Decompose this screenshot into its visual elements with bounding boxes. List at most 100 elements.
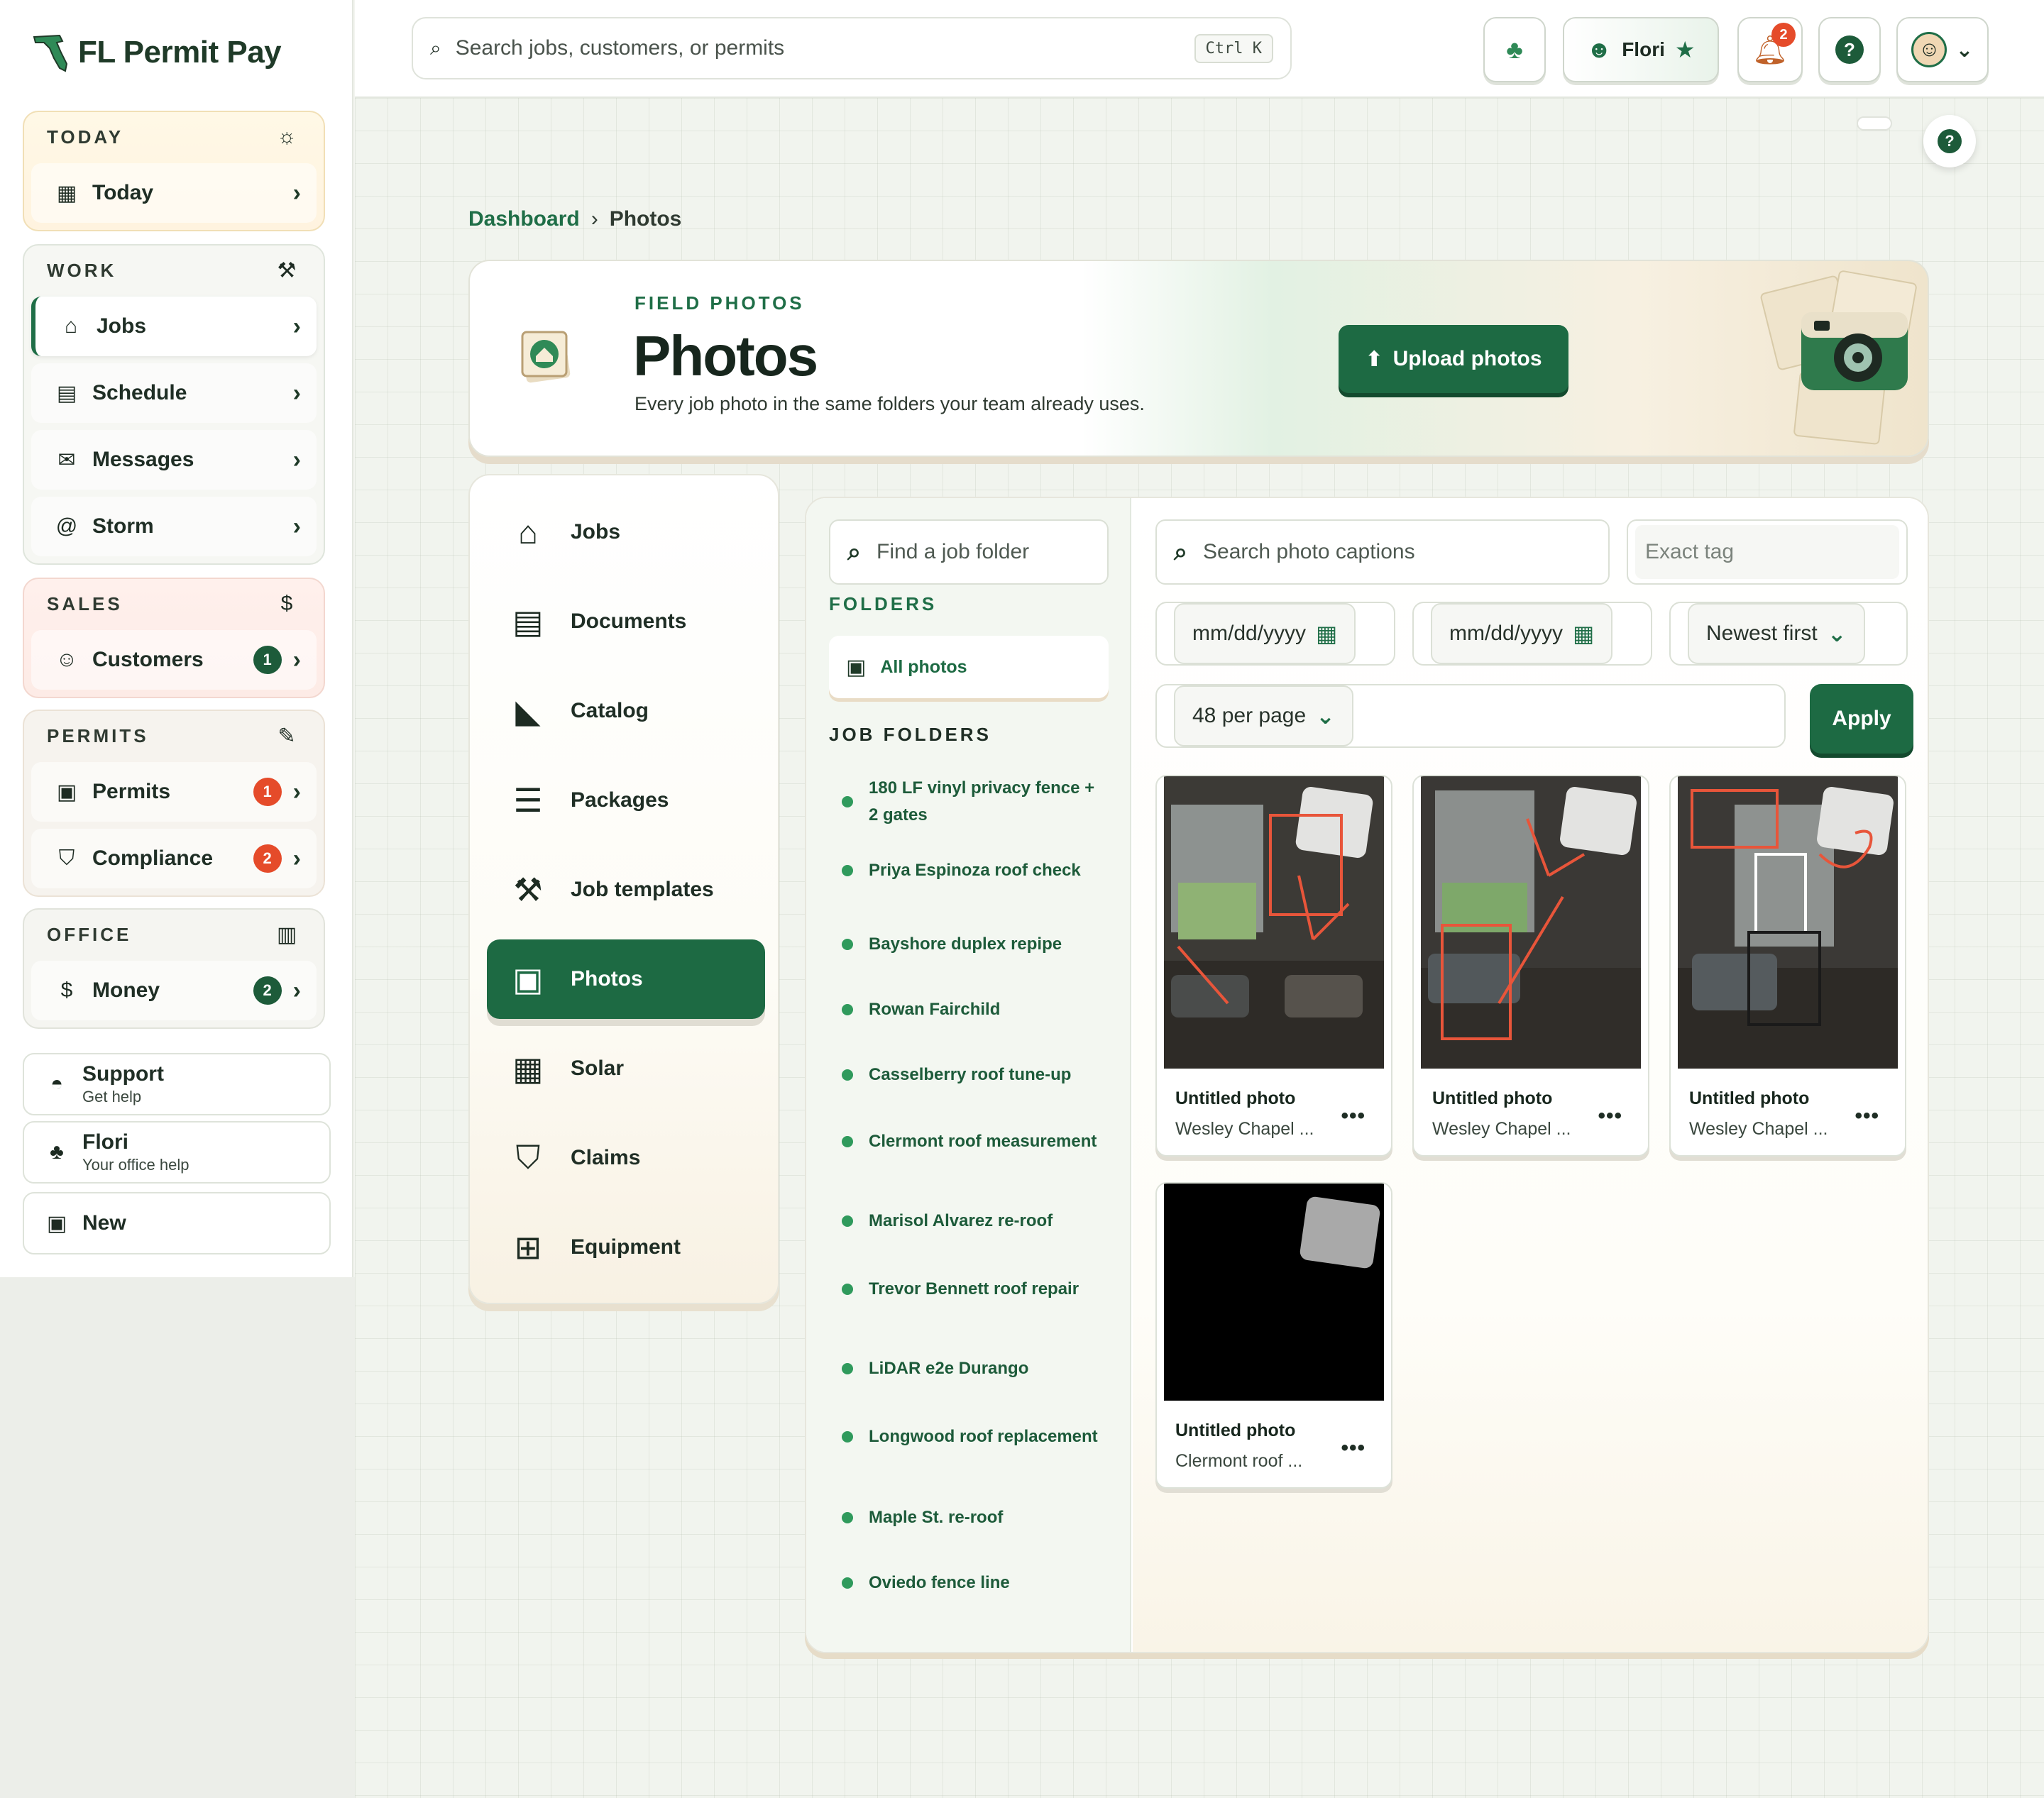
job-folder-item[interactable]: Marisol Alvarez re-roof (842, 1208, 1104, 1235)
document-icon: ▤ (512, 603, 544, 640)
photo-thumbnail[interactable] (1164, 776, 1384, 1069)
per-page-select[interactable]: 48 per page ⌄ (1174, 685, 1353, 746)
top-bar: ⌕ Search jobs, customers, or permits Ctr… (355, 0, 2044, 98)
window-control[interactable] (1857, 116, 1892, 131)
photo-card[interactable]: Untitled photo Wesley Chapel ... ••• (1669, 775, 1906, 1157)
sidebar-item-messages[interactable]: ✉ Messages › (31, 430, 317, 490)
menu-item-job-templates[interactable]: ⚒ Job templates (487, 850, 765, 930)
new-button[interactable]: ▣ New (23, 1192, 331, 1254)
more-options-icon[interactable]: ••• (1341, 1436, 1366, 1460)
sidebar-item-today[interactable]: ▦ Today › (31, 163, 317, 223)
sidebar-item-compliance[interactable]: ⛉ Compliance 2 › (31, 829, 317, 888)
apply-filters-button[interactable]: Apply (1810, 684, 1913, 754)
photo-thumbnail[interactable] (1678, 776, 1898, 1069)
breadcrumb-dashboard-link[interactable]: Dashboard (468, 207, 580, 231)
date-from-input[interactable]: mm/dd/yyyy ▦ (1174, 603, 1356, 664)
date-to-input[interactable]: mm/dd/yyyy ▦ (1431, 603, 1613, 664)
job-folder-item[interactable]: LiDAR e2e Durango (842, 1355, 1104, 1382)
sidebar-item-customers[interactable]: ☺ Customers 1 › (31, 630, 317, 690)
menu-item-packages[interactable]: ☰ Packages (487, 761, 765, 840)
photo-card[interactable]: Untitled photo Clermont roof ... ••• (1155, 1182, 1392, 1489)
new-title: New (82, 1211, 126, 1235)
menu-item-jobs[interactable]: ⌂ Jobs (487, 492, 765, 572)
question-icon: ? (1938, 129, 1962, 153)
help-button[interactable]: ? (1818, 17, 1881, 82)
date-from-value: mm/dd/yyyy (1192, 622, 1307, 645)
folder-status-dot (842, 1215, 853, 1227)
nav-group-office: OFFICE ▥ $ Money 2 › (23, 908, 325, 1029)
photo-card[interactable]: Untitled photo Wesley Chapel ... ••• (1412, 775, 1649, 1157)
building-icon: ▥ (276, 922, 297, 947)
sort-select-field[interactable]: Newest first ⌄ (1669, 602, 1908, 666)
floating-help-button[interactable]: ? (1923, 115, 1976, 167)
job-folder-item[interactable]: 180 LF vinyl privacy fence + 2 gates (842, 775, 1104, 829)
job-folder-item[interactable]: Longwood roof replacement (842, 1423, 1104, 1450)
chevron-right-icon: › (292, 512, 301, 540)
job-folder-item[interactable]: Trevor Bennett roof repair (842, 1276, 1104, 1303)
upload-photos-button[interactable]: ⬆ Upload photos (1339, 325, 1568, 393)
app-logo[interactable]: FL Permit Pay (31, 31, 282, 74)
sidebar-item-money[interactable]: $ Money 2 › (31, 961, 317, 1020)
menu-item-solar[interactable]: ▦ Solar (487, 1029, 765, 1108)
upload-label: Upload photos (1392, 347, 1542, 370)
folder-status-dot (842, 1136, 853, 1147)
sidebar-item-schedule[interactable]: ▤ Schedule › (31, 363, 317, 423)
claims-folder-icon: ⛉ (515, 1139, 541, 1176)
search-placeholder: Search jobs, customers, or permits (455, 36, 785, 60)
flori-help-button[interactable]: ♣ Flori Your office help (23, 1121, 331, 1184)
folder-name: Longwood roof replacement (869, 1427, 1098, 1446)
sort-value: Newest first (1706, 622, 1818, 645)
chevron-right-icon: › (292, 179, 301, 206)
profile-menu-button[interactable]: ☺ ⌄ (1896, 17, 1989, 82)
support-button[interactable]: ◓ Support Get help (23, 1053, 331, 1115)
flori-assistant-button[interactable]: ☻ Flori ★ (1563, 17, 1719, 82)
folder-name: Bayshore duplex repipe (869, 934, 1062, 954)
chat-icon: ✉ (57, 448, 76, 472)
sort-select[interactable]: Newest first ⌄ (1688, 603, 1865, 664)
photo-thumbnail[interactable] (1421, 776, 1641, 1069)
more-options-icon[interactable]: ••• (1341, 1104, 1366, 1128)
menu-item-photos[interactable]: ▣ Photos (487, 939, 765, 1019)
job-folder-item[interactable]: Bayshore duplex repipe (842, 931, 1104, 958)
job-folder-item[interactable]: Oviedo fence line (842, 1570, 1104, 1596)
date-from-field[interactable]: mm/dd/yyyy ▦ (1155, 602, 1395, 666)
per-page-field[interactable]: 48 per page ⌄ (1155, 684, 1786, 748)
bell-service-icon: ◓ (50, 1072, 64, 1096)
global-search-input[interactable]: ⌕ Search jobs, customers, or permits Ctr… (412, 17, 1292, 79)
date-to-field[interactable]: mm/dd/yyyy ▦ (1412, 602, 1652, 666)
menu-item-equipment[interactable]: ⊞ Equipment (487, 1208, 765, 1287)
sidebar-item-storm[interactable]: @ Storm › (31, 497, 317, 556)
folder-all-photos[interactable]: ▣ All photos (829, 636, 1109, 698)
folder-status-dot (842, 1363, 853, 1374)
more-options-icon[interactable]: ••• (1598, 1104, 1622, 1128)
folder-search-input[interactable]: ⌕ Find a job folder (829, 519, 1109, 585)
folder-status-dot (842, 1512, 853, 1523)
menu-item-label: Photos (571, 967, 643, 991)
caption-search-input[interactable]: ⌕ Search photo captions (1155, 519, 1610, 585)
menu-item-documents[interactable]: ▤ Documents (487, 582, 765, 661)
count-badge: 1 (253, 778, 282, 806)
menu-item-label: Catalog (571, 699, 649, 722)
team-button[interactable]: ♣ (1483, 17, 1546, 82)
chevron-right-icon: › (292, 312, 301, 340)
menu-item-claims[interactable]: ⛉ Claims (487, 1118, 765, 1198)
job-folder-item[interactable]: Rowan Fairchild (842, 996, 1104, 1023)
menu-item-catalog[interactable]: ◣ Catalog (487, 671, 765, 751)
sidebar-item-permits[interactable]: ▣ Permits 1 › (31, 762, 317, 822)
more-options-icon[interactable]: ••• (1855, 1104, 1879, 1128)
job-folder-item[interactable]: Maple St. re-roof (842, 1504, 1104, 1531)
group-title: PERMITS (47, 724, 149, 746)
folder-search-placeholder: Find a job folder (877, 540, 1030, 563)
wrench-icon: ⚒ (513, 871, 543, 908)
tag-filter-input[interactable]: Exact tag (1627, 519, 1908, 585)
photo-thumbnail[interactable] (1164, 1184, 1384, 1401)
folder-status-dot (842, 1431, 853, 1443)
sidebar-footer-background (0, 1277, 355, 1798)
job-folder-item[interactable]: Priya Espinoza roof check (842, 857, 1104, 884)
chevron-right-icon: › (292, 446, 301, 473)
job-folder-item[interactable]: Clermont roof measurement (842, 1128, 1104, 1155)
notifications-button[interactable]: 🔔︎ 2 (1737, 17, 1803, 82)
sidebar-item-jobs[interactable]: ⌂ Jobs › (31, 297, 317, 356)
photo-card[interactable]: Untitled photo Wesley Chapel ... ••• (1155, 775, 1392, 1157)
job-folder-item[interactable]: Casselberry roof tune-up (842, 1061, 1104, 1088)
